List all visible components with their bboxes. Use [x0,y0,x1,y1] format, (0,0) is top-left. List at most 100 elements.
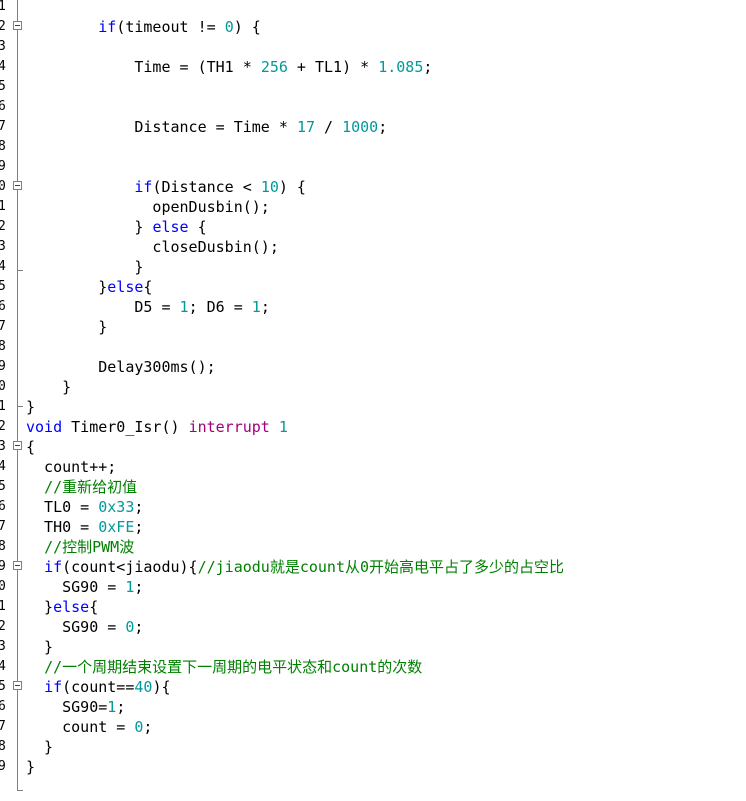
code-line[interactable]: SG90 = 1; [26,577,143,597]
code-text: ; [134,578,144,596]
code-text: } [26,758,36,776]
line-number: 1 [0,0,6,14]
code-line[interactable]: } else { [26,217,207,237]
code-text: count++; [26,458,117,476]
code-text: } [26,318,108,336]
line-number: 8 [0,339,6,354]
fold-collapse-icon[interactable] [13,681,22,690]
code-line[interactable]: } [26,757,35,777]
code-line[interactable]: }else{ [26,277,152,297]
code-number: 1.085 [378,58,424,76]
code-text: (timeout != [116,18,225,36]
code-text: ; [260,298,270,316]
line-number-gutter: 1 2 3 4 5 6 7 8 9 0 1 2 3 4 5 6 7 8 9 0 1 2 3 4 5 6 7 8 9 0 1 2 3 4 5 6 7 8 9 [0,0,8,801]
code-text: ; D6 = [188,298,252,316]
code-text: TL0 = [26,498,99,516]
line-number: 1 [0,399,6,414]
code-line[interactable]: //一个周期结束设置下一周期的电平状态和count的次数 [26,657,422,677]
code-keyword: if [44,678,63,696]
code-line[interactable]: SG90=1; [26,697,125,717]
code-text: { [188,218,207,236]
code-line[interactable]: //控制PWM波 [26,537,134,557]
fold-guide-line [17,0,18,21]
code-text: openDusbin(); [26,198,270,216]
code-line[interactable]: TL0 = 0x33; [26,497,143,517]
line-number: 2 [0,419,6,434]
code-line[interactable]: Time = (TH1 * 256 + TL1) * 1.085; [26,57,432,77]
code-line[interactable]: TH0 = 0xFE; [26,517,143,537]
code-text: ; [134,498,144,516]
code-text: SG90 = [26,618,126,636]
line-number: 5 [0,79,6,94]
code-keyword: if [44,558,63,576]
code-line[interactable]: SG90 = 0; [26,617,143,637]
line-number: 3 [0,39,6,54]
code-line[interactable]: } [26,397,35,417]
code-text: ; [378,118,388,136]
code-number: 0xFE [98,518,135,536]
code-line[interactable]: //重新给初值 [26,477,137,497]
line-number: 3 [0,639,6,654]
line-number: 7 [0,719,6,734]
line-number: 9 [0,759,6,774]
code-line[interactable]: count++; [26,457,116,477]
code-line[interactable]: void Timer0_Isr() interrupt 1 [26,417,288,437]
code-text: } [26,278,108,296]
code-editor[interactable]: 123456789012345678901234567890123456789 … [0,0,746,801]
code-line[interactable]: } [26,317,107,337]
line-number: 7 [0,119,6,134]
code-line[interactable]: Delay300ms(); [26,357,216,377]
line-number: 2 [0,219,6,234]
code-line[interactable]: Distance = Time * 17 / 1000; [26,117,387,137]
code-line[interactable]: }else{ [26,597,98,617]
fold-collapse-icon[interactable] [13,441,22,450]
code-line[interactable]: D5 = 1; D6 = 1; [26,297,270,317]
line-number: 5 [0,679,6,694]
code-line[interactable]: if(Distance < 10) { [26,177,306,197]
code-line[interactable]: closeDusbin(); [26,237,278,257]
code-comment: //重新给初值 [44,478,138,496]
code-line[interactable]: } [26,257,143,277]
code-line[interactable]: } [26,737,53,757]
fold-collapse-icon[interactable] [13,561,22,570]
code-text: (Distance < [152,178,261,196]
code-text: ; [423,58,433,76]
line-number: 0 [0,579,6,594]
line-number: 8 [0,739,6,754]
fold-collapse-icon[interactable] [13,21,22,30]
code-number: 10 [260,178,279,196]
line-number: 6 [0,99,6,114]
code-line[interactable]: if(count==40){ [26,677,170,697]
code-text: ; [134,618,144,636]
code-text: } [26,218,153,236]
fold-collapse-icon[interactable] [13,181,22,190]
code-line[interactable]: { [26,437,35,457]
code-text: } [26,598,54,616]
code-text: / [315,118,343,136]
code-keyword: else [107,278,144,296]
code-text: Timer0_Isr() [62,418,189,436]
code-text: } [26,378,72,396]
code-number: 1000 [342,118,379,136]
code-text: { [143,278,153,296]
code-text: D5 = [26,298,180,316]
code-line[interactable]: } [26,637,53,657]
code-keyword: if [98,18,117,36]
code-line[interactable]: if(count<jiaodu){//jiaodu就是count从0开始高电平占… [26,557,564,577]
line-number: 4 [0,459,6,474]
code-line[interactable]: if(timeout != 0) { [26,17,261,37]
code-keyword: if [134,178,153,196]
code-number: 0x33 [98,498,135,516]
code-line[interactable]: count = 0; [26,717,152,737]
code-line[interactable]: } [26,377,71,397]
code-number: 256 [260,58,288,76]
code-text: { [26,438,36,456]
line-number: 1 [0,199,6,214]
code-line[interactable]: openDusbin(); [26,197,270,217]
code-text: Delay300ms(); [26,358,216,376]
code-text: Time = (TH1 * [26,58,261,76]
code-text: } [26,638,54,656]
code-text: } [26,258,144,276]
